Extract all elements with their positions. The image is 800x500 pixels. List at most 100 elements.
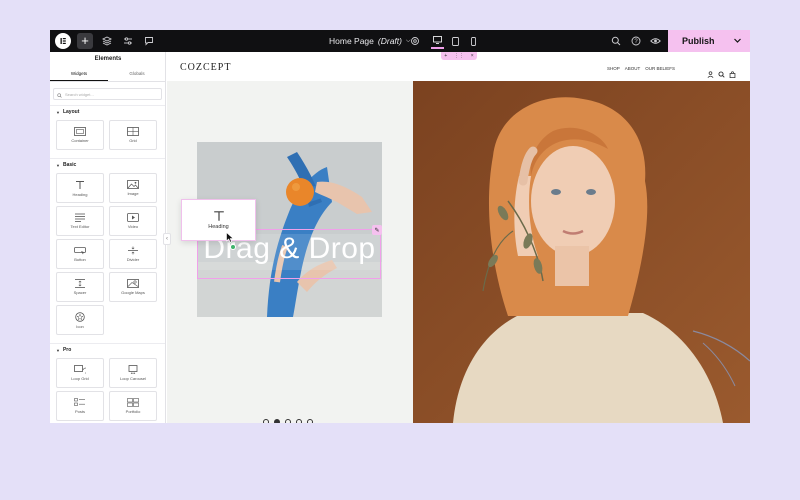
image-icon <box>127 180 139 189</box>
widget-label: Text Editor <box>70 224 90 229</box>
video-icon <box>127 213 139 222</box>
portfolio-icon <box>127 398 139 407</box>
add-section-icon[interactable]: + <box>444 53 447 59</box>
elementor-logo-icon[interactable] <box>55 33 71 49</box>
site-nav: SHOP ABOUT OUR BELIEFS <box>607 66 675 71</box>
widget-container[interactable]: Container <box>56 120 104 150</box>
preview-eye-icon[interactable] <box>647 33 663 49</box>
search-input[interactable] <box>65 91 155 97</box>
drop-indicator-dot <box>230 244 236 250</box>
widget-label: Icon <box>76 323 84 329</box>
divider <box>50 105 165 106</box>
widget-posts[interactable]: Posts <box>56 391 104 421</box>
heading-icon <box>213 211 224 221</box>
add-element-button[interactable]: + <box>77 33 93 49</box>
page-title-dropdown[interactable]: Home Page (Draft) ⌵ <box>329 30 411 52</box>
widget-divider[interactable]: Divider <box>109 239 157 269</box>
chevron-down-icon[interactable] <box>733 34 742 50</box>
close-icon[interactable]: × <box>471 53 474 59</box>
nav-item-about[interactable]: ABOUT <box>625 66 641 71</box>
widget-text-editor[interactable]: Text Editor <box>56 206 104 236</box>
search-icon[interactable] <box>718 65 725 78</box>
responsive-mode-switcher <box>431 30 480 52</box>
slider-dot[interactable] <box>285 419 291 423</box>
panel-title: Elements <box>94 56 122 62</box>
slider-dot[interactable] <box>296 419 302 423</box>
tab-widgets[interactable]: Widgets <box>50 68 108 81</box>
widget-button[interactable]: Button <box>56 239 104 269</box>
category-label: Layout <box>62 109 80 115</box>
widget-image[interactable]: Image <box>109 173 157 203</box>
widget-label: Image <box>127 191 139 196</box>
comments-icon[interactable] <box>141 33 157 49</box>
top-bar: + Home Page (Draft) ⌵ ? Publish <box>50 30 750 52</box>
divider-icon <box>128 246 138 255</box>
grid-icon <box>127 127 139 136</box>
site-logo[interactable]: COZCEPT <box>180 62 231 73</box>
search-icon <box>57 85 62 103</box>
widget-heading[interactable]: Heading <box>56 173 104 203</box>
user-icon[interactable] <box>707 65 714 78</box>
widget-google-maps[interactable]: Google Maps <box>109 272 157 302</box>
publish-button[interactable]: Publish <box>668 30 750 52</box>
star-circle-icon <box>75 311 85 322</box>
page-settings-icon[interactable] <box>407 33 423 49</box>
widget-label: Button <box>74 257 86 262</box>
cart-icon[interactable] <box>729 65 736 79</box>
nav-item-beliefs[interactable]: OUR BELIEFS <box>645 66 675 71</box>
help-icon[interactable]: ? <box>628 33 644 49</box>
section-handle[interactable]: + ⋮⋮ × <box>441 52 477 60</box>
category-header[interactable]: ▼ Layout <box>50 107 165 117</box>
widget-loop-grid[interactable]: Loop Grid <box>56 358 104 388</box>
widget-label: Loop Carousel <box>119 376 147 381</box>
widget-spacer[interactable]: Spacer <box>56 272 104 302</box>
tablet-icon[interactable] <box>449 33 462 49</box>
layers-icon[interactable] <box>99 33 115 49</box>
widget-label: Heading <box>72 191 88 197</box>
container-icon <box>74 127 86 136</box>
widget-icon[interactable]: Icon <box>56 305 104 335</box>
category-header[interactable]: ▼ Basic <box>50 160 165 170</box>
caret-down-icon: ▼ <box>56 109 60 115</box>
mobile-icon[interactable] <box>467 33 480 49</box>
portrait-photo <box>413 81 750 423</box>
widget-label: Grid <box>129 138 137 143</box>
map-icon <box>127 279 139 288</box>
heading-icon <box>76 180 84 189</box>
settings-sliders-icon[interactable] <box>120 33 136 49</box>
divider <box>50 343 165 344</box>
desktop-icon[interactable] <box>431 33 444 49</box>
widget-label: Posts <box>74 409 85 414</box>
edit-pencil-icon[interactable]: ✎ <box>372 225 382 235</box>
hero-right-image[interactable] <box>413 81 750 423</box>
caret-down-icon: ▼ <box>56 162 60 168</box>
widget-label: Loop Grid <box>71 376 89 381</box>
hero-left-column: Drag & Drop ✎ Heading <box>167 81 413 423</box>
dragged-heading-widget[interactable]: Heading <box>181 199 256 241</box>
widget-label: Video <box>127 224 139 229</box>
drag-widget-label: Heading <box>208 224 229 230</box>
search-icon[interactable] <box>608 33 624 49</box>
page-status: (Draft) <box>377 36 402 46</box>
drag-handle-icon[interactable]: ⋮⋮ <box>454 53 464 59</box>
divider <box>50 158 165 159</box>
slider-dot[interactable] <box>263 419 269 423</box>
button-icon <box>74 247 86 255</box>
slider-dot-active[interactable] <box>274 419 280 423</box>
category-header[interactable]: ▼ Pro <box>50 345 165 355</box>
widget-label: Google Maps <box>121 290 145 295</box>
panel-tabs: Widgets Globals <box>50 68 165 82</box>
slider-dot[interactable] <box>307 419 313 423</box>
widget-video[interactable]: Video <box>109 206 157 236</box>
widget-search <box>53 88 162 100</box>
widget-label: Divider <box>126 257 140 262</box>
tab-globals[interactable]: Globals <box>108 68 165 81</box>
collapse-panel-chevron-icon[interactable]: ‹ <box>163 233 171 245</box>
posts-icon <box>74 398 85 406</box>
nav-item-shop[interactable]: SHOP <box>607 66 620 71</box>
widget-grid[interactable]: Grid <box>109 120 157 150</box>
widget-loop-carousel[interactable]: Loop Carousel <box>109 358 157 388</box>
page-canvas: COZCEPT SHOP ABOUT OUR BELIEFS + ⋮⋮ × Dr… <box>167 52 750 423</box>
loop-grid-icon <box>74 365 86 374</box>
widget-portfolio[interactable]: Portfolio <box>109 391 157 421</box>
